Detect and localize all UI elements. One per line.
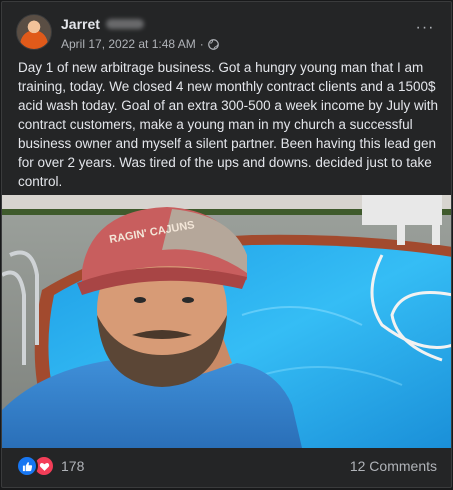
more-options-button[interactable]: ··· — [411, 16, 439, 40]
reactions-summary[interactable]: 178 — [16, 455, 84, 477]
post-photo[interactable]: RAGIN' CAJUNS — [2, 195, 451, 448]
reaction-count: 178 — [61, 458, 85, 474]
post-text: Day 1 of new arbitrage business. Got a h… — [18, 60, 438, 189]
globe-icon — [207, 38, 219, 50]
post-header: Jarret April 17, 2022 at 1:48 AM · ··· — [16, 14, 441, 54]
meta-separator: · — [199, 37, 204, 51]
author-avatar[interactable] — [16, 14, 52, 50]
author-name[interactable]: Jarret — [61, 16, 100, 32]
comments-link[interactable]: 12 Comments — [350, 458, 437, 474]
post-meta: April 17, 2022 at 1:48 AM · — [61, 36, 219, 52]
post-footer: 178 12 Comments — [16, 454, 437, 478]
author-name-row: Jarret — [61, 15, 144, 33]
post-timestamp[interactable]: April 17, 2022 at 1:48 AM — [61, 37, 196, 51]
post-card: Jarret April 17, 2022 at 1:48 AM · ··· D… — [1, 1, 452, 488]
redacted-surname — [105, 19, 144, 29]
like-icon — [16, 455, 38, 477]
pool-selfie-image: RAGIN' CAJUNS — [2, 195, 451, 448]
